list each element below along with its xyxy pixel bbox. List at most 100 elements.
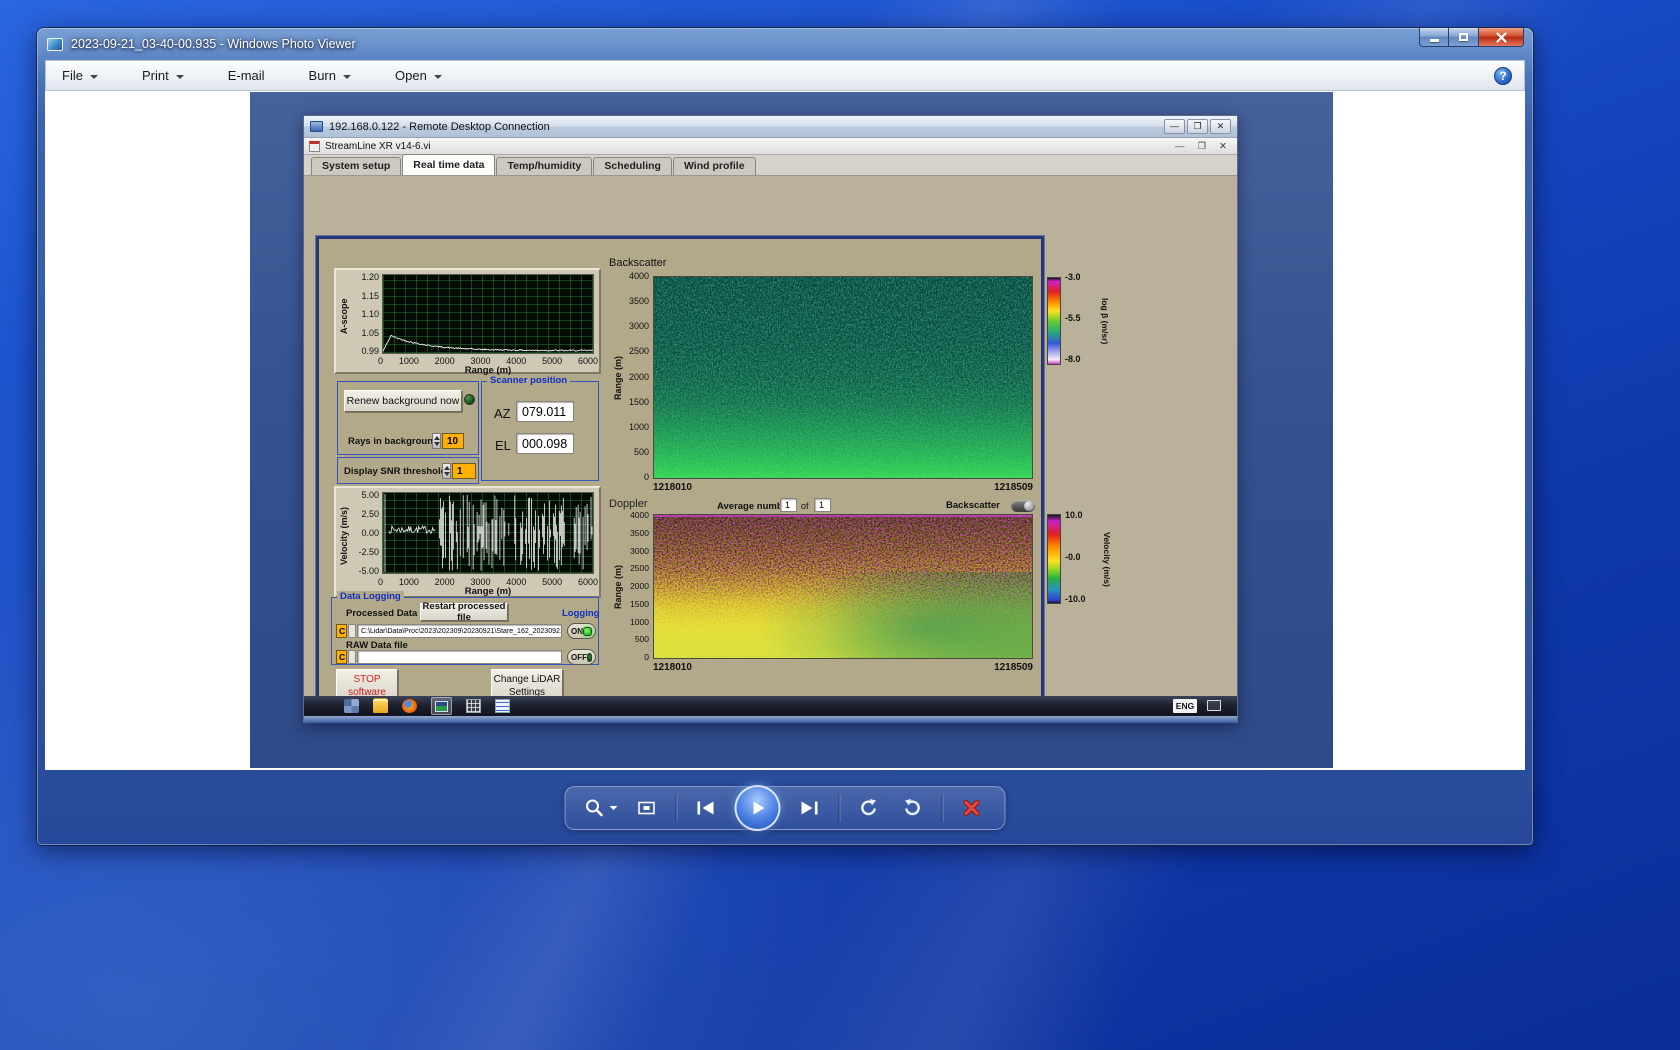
menu-open-label: Open bbox=[395, 68, 427, 83]
restart-processed-file-button[interactable]: Restart processed file bbox=[420, 603, 508, 621]
taskbar-folder-icon[interactable] bbox=[373, 699, 388, 713]
play-slideshow-button[interactable] bbox=[735, 785, 781, 831]
streamline-window-controls: — ❐ ✕ bbox=[1175, 138, 1227, 155]
tab-bar: System setup Real time data Temp/humidit… bbox=[304, 155, 1237, 176]
tab-scheduling[interactable]: Scheduling bbox=[593, 157, 672, 175]
taskbar-language-indicator[interactable]: ENG bbox=[1173, 699, 1197, 713]
streamline-close-button[interactable]: ✕ bbox=[1219, 141, 1227, 152]
backscatter-x-start: 1218010 bbox=[653, 482, 692, 493]
doppler-y-tick: 4000 bbox=[630, 510, 649, 520]
backscatter-plot-title: Backscatter bbox=[609, 257, 666, 269]
backscatter-colorbar-ticks: -3.0-5.5-8.0 bbox=[1065, 272, 1099, 364]
doppler-plot-title: Doppler bbox=[609, 498, 648, 510]
raw-logging-toggle[interactable]: OFF bbox=[567, 649, 596, 665]
desktop-wallpaper: 2023-09-21_03-40-00.935 - Windows Photo … bbox=[0, 0, 1680, 1050]
ascope-y-tick: 0.99 bbox=[361, 346, 379, 356]
tab-real-time-data[interactable]: Real time data bbox=[402, 154, 495, 175]
snr-value-field[interactable]: 1 bbox=[452, 463, 476, 479]
rdc-bottom-border bbox=[304, 716, 1237, 723]
velocity-y-tick: 2.50 bbox=[361, 509, 379, 519]
el-value-field[interactable]: 000.098 bbox=[516, 433, 574, 454]
doppler-colorbar-tick: -0.0 bbox=[1065, 552, 1103, 562]
doppler-heatmap bbox=[653, 514, 1033, 659]
on-label: ON bbox=[571, 627, 583, 636]
minimize-button[interactable] bbox=[1419, 28, 1449, 47]
rdc-minimize-button[interactable]: — bbox=[1164, 119, 1185, 134]
taskbar-start-icon[interactable] bbox=[344, 699, 359, 713]
average-total-field[interactable]: 1 bbox=[814, 498, 831, 512]
backscatter-y-tick: 0 bbox=[644, 472, 649, 482]
delete-button[interactable] bbox=[957, 793, 987, 823]
ascope-y-axis-label: A-scope bbox=[339, 278, 349, 354]
menu-print[interactable]: Print bbox=[142, 68, 184, 83]
backscatter-colorbar-tick: -3.0 bbox=[1065, 272, 1099, 282]
velocity-y-tick: 0.00 bbox=[361, 528, 379, 538]
close-button[interactable] bbox=[1478, 28, 1524, 47]
photo-image: 192.168.0.122 - Remote Desktop Connectio… bbox=[250, 92, 1333, 768]
window-controls bbox=[1419, 28, 1524, 47]
backscatter-toggle-switch[interactable] bbox=[1011, 500, 1035, 512]
velocity-y-ticks: 5.002.500.00-2.50-5.00 bbox=[350, 490, 379, 576]
taskbar-document-icon[interactable] bbox=[495, 699, 510, 713]
chevron-down-icon bbox=[90, 75, 98, 79]
doppler-colorbar bbox=[1047, 514, 1061, 604]
tab-wind-profile[interactable]: Wind profile bbox=[673, 157, 756, 175]
raw-path-field[interactable] bbox=[357, 650, 562, 664]
zoom-magnifier-icon bbox=[584, 797, 606, 819]
photo-viewer-title-bar[interactable]: 2023-09-21_03-40-00.935 - Windows Photo … bbox=[37, 28, 1533, 60]
zoom-button[interactable] bbox=[584, 793, 618, 823]
data-logging-group: Data Logging Processed Data file Restart… bbox=[331, 597, 599, 665]
processed-browse-icon[interactable] bbox=[348, 624, 356, 638]
backscatter-heatmap bbox=[653, 276, 1033, 479]
next-button[interactable] bbox=[795, 793, 825, 823]
tab-temp-humidity[interactable]: Temp/humidity bbox=[496, 157, 592, 175]
help-button[interactable]: ? bbox=[1494, 67, 1512, 85]
doppler-y-ticks: 40003500300025002000150010005000 bbox=[621, 510, 649, 662]
backscatter-y-tick: 1500 bbox=[629, 397, 649, 407]
raw-browse-icon[interactable] bbox=[348, 650, 356, 664]
previous-button[interactable] bbox=[691, 793, 721, 823]
off-lamp-icon bbox=[587, 653, 592, 662]
taskbar-display-icon[interactable] bbox=[1207, 700, 1221, 711]
processed-drive-selector[interactable]: C bbox=[336, 624, 347, 638]
remote-taskbar: ENG bbox=[304, 696, 1237, 716]
rotate-clockwise-button[interactable] bbox=[898, 793, 928, 823]
ascope-plot bbox=[382, 274, 594, 354]
raw-drive-selector[interactable]: C bbox=[336, 650, 347, 664]
snr-spinner[interactable] bbox=[442, 463, 451, 479]
menu-burn[interactable]: Burn bbox=[309, 68, 351, 83]
photo-viewer-icon bbox=[47, 38, 63, 51]
ascope-y-tick: 1.10 bbox=[361, 309, 379, 319]
doppler-x-range: 1218010 1218509 bbox=[653, 662, 1033, 673]
doppler-y-tick: 1000 bbox=[630, 617, 649, 627]
az-value-field[interactable]: 079.011 bbox=[516, 401, 574, 422]
taskbar-grid-icon[interactable] bbox=[466, 699, 481, 713]
renew-background-button[interactable]: Renew background now bbox=[344, 390, 462, 412]
rays-value-field[interactable]: 10 bbox=[442, 433, 464, 449]
tab-system-setup[interactable]: System setup bbox=[311, 157, 401, 175]
streamline-minimize-button[interactable]: — bbox=[1175, 141, 1185, 152]
streamline-restore-button[interactable]: ❐ bbox=[1198, 141, 1207, 152]
velocity-plot bbox=[382, 492, 594, 574]
ascope-y-tick: 1.15 bbox=[361, 291, 379, 301]
doppler-colorbar-tick: -10.0 bbox=[1065, 594, 1103, 604]
rotate-counterclockwise-button[interactable] bbox=[854, 793, 884, 823]
menu-open[interactable]: Open bbox=[395, 68, 442, 83]
doppler-y-tick: 500 bbox=[635, 634, 649, 644]
rdc-maximize-button[interactable]: ❐ bbox=[1187, 119, 1208, 134]
next-icon bbox=[798, 798, 822, 818]
processed-logging-toggle[interactable]: ON bbox=[567, 623, 596, 639]
scanner-position-title: Scanner position bbox=[487, 375, 570, 386]
actual-size-button[interactable] bbox=[632, 793, 662, 823]
maximize-button[interactable] bbox=[1449, 28, 1478, 47]
taskbar-active-app[interactable] bbox=[431, 697, 452, 715]
menu-file[interactable]: File bbox=[62, 68, 98, 83]
processed-path-field[interactable]: C:\Lidar\Data\Proc\2023\202309\20230921\… bbox=[357, 624, 562, 638]
rdc-close-button[interactable]: ✕ bbox=[1210, 119, 1231, 134]
rays-spinner[interactable] bbox=[432, 433, 441, 449]
photo-viewer-toolbar-area bbox=[37, 770, 1533, 845]
menu-email[interactable]: E-mail bbox=[228, 68, 265, 83]
taskbar-firefox-icon[interactable] bbox=[402, 699, 417, 713]
average-number-field[interactable]: 1 bbox=[780, 498, 797, 512]
toggle-knob bbox=[1024, 501, 1034, 511]
